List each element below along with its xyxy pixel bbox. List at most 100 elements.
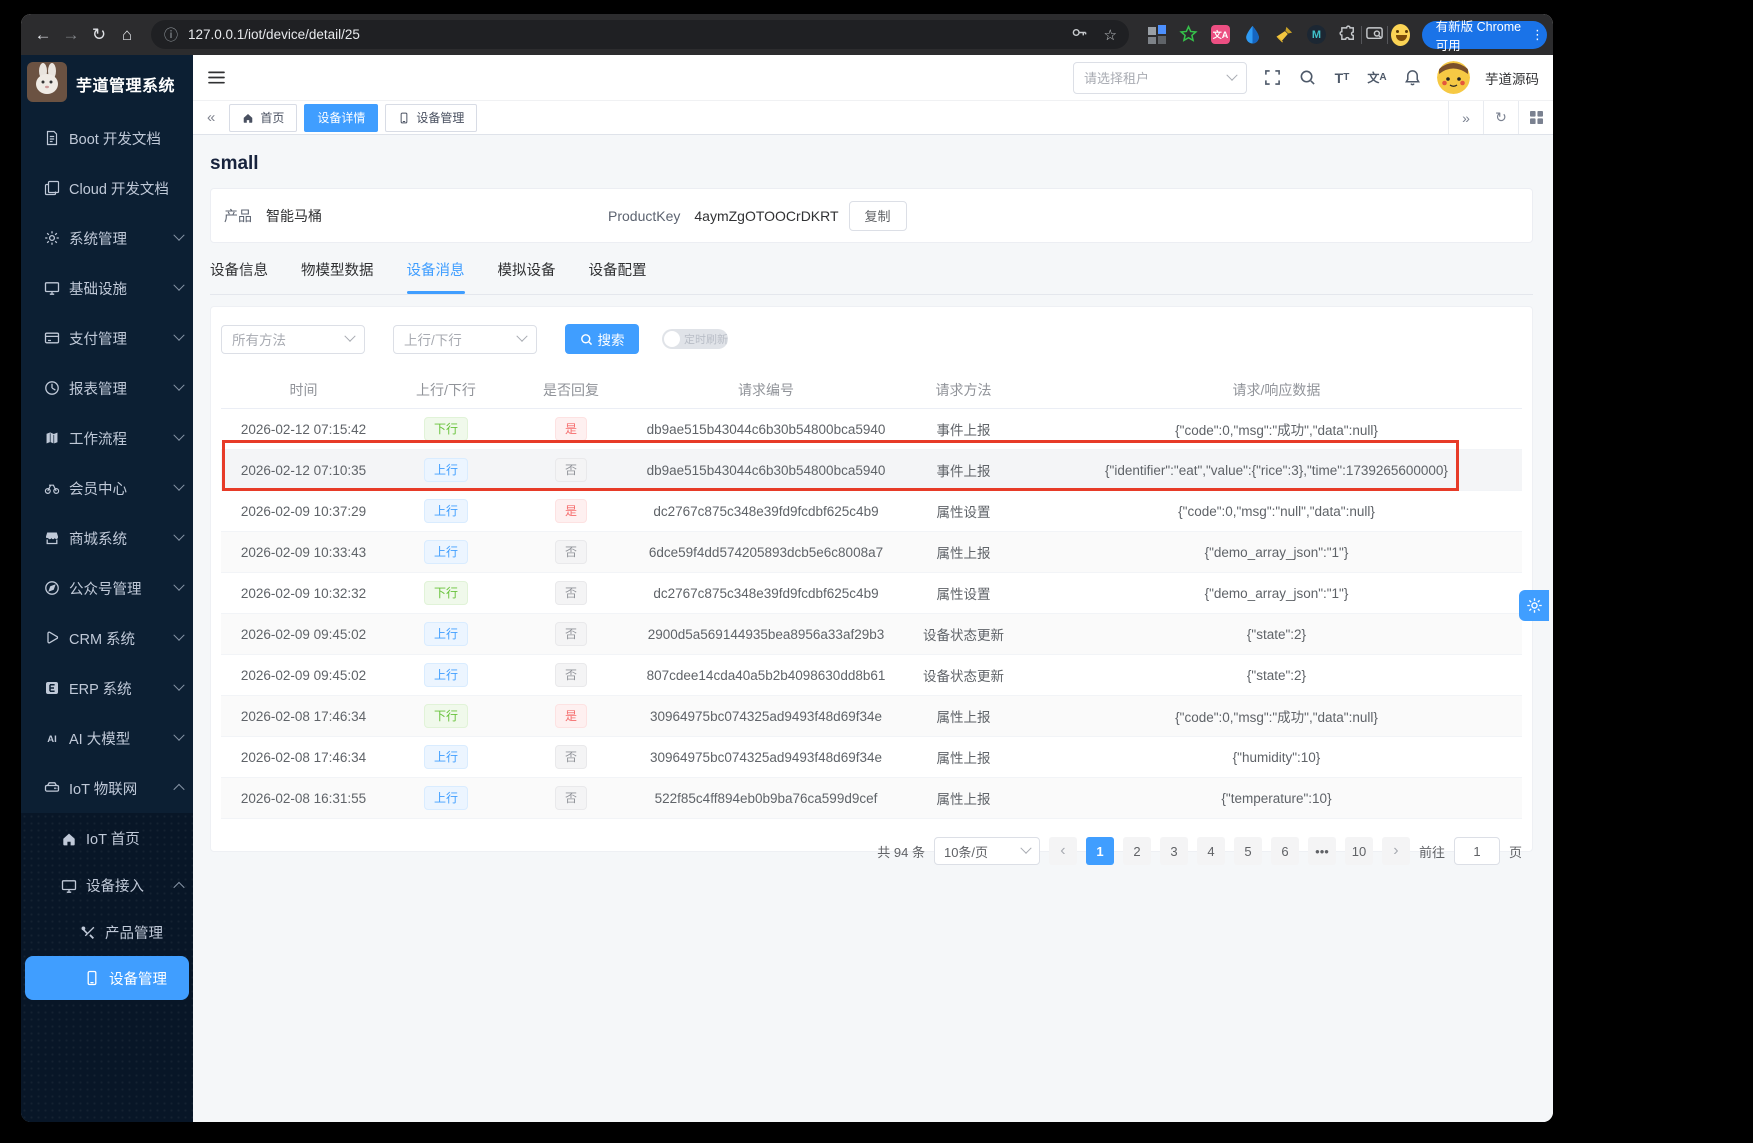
copy-button[interactable]: 复制 xyxy=(849,201,907,231)
fullscreen-icon[interactable] xyxy=(1262,68,1282,88)
column-header: 上行/下行 xyxy=(386,372,506,409)
sidebar-item-erp[interactable]: ERP 系统 xyxy=(21,663,193,713)
column-header: 请求方法 xyxy=(896,372,1031,409)
next-page-button[interactable]: › xyxy=(1382,837,1410,865)
table-row[interactable]: 2026-02-08 17:46:34下行是30964975bc074325ad… xyxy=(221,696,1522,737)
sidebar-item-product-mgmt[interactable]: 产品管理 xyxy=(21,909,193,956)
page-button-3[interactable]: 3 xyxy=(1160,837,1188,865)
sidebar-item-cloud-docs[interactable]: Cloud 开发文档 xyxy=(21,163,193,213)
search-button[interactable]: 搜索 xyxy=(565,324,639,354)
sidebar-item-system[interactable]: 系统管理 xyxy=(21,213,193,263)
cell-method: 属性上报 xyxy=(896,778,1031,819)
site-info-icon[interactable]: ⓘ xyxy=(164,25,178,45)
table-row[interactable]: 2026-02-08 16:31:55上行否522f85c4ff894eb0b9… xyxy=(221,778,1522,819)
chevron-down-icon xyxy=(173,530,184,541)
detail-tab-3[interactable]: 模拟设备 xyxy=(498,260,556,294)
table-row[interactable]: 2026-02-09 10:32:32下行否dc2767c875c348e39f… xyxy=(221,573,1522,614)
sidebar-item-iot[interactable]: IoT 物联网 xyxy=(21,763,193,813)
password-key-icon[interactable] xyxy=(1071,24,1088,46)
blue-grid-extension-icon[interactable] xyxy=(1147,25,1166,44)
forward-icon[interactable]: → xyxy=(57,21,85,49)
sidebar-item-crm[interactable]: CRM 系统 xyxy=(21,613,193,663)
more-pages-button[interactable]: ••• xyxy=(1308,837,1336,865)
sidebar-item-device-access[interactable]: 设备接入 xyxy=(21,862,193,909)
column-header: 请求/响应数据 xyxy=(1031,372,1522,409)
detail-tab-4[interactable]: 设备配置 xyxy=(589,260,647,294)
home-icon[interactable]: ⌂ xyxy=(113,21,141,49)
collapse-menu-icon[interactable] xyxy=(203,65,229,91)
sidebar-item-workflow[interactable]: 工作流程 xyxy=(21,413,193,463)
screen-search-icon[interactable] xyxy=(1365,25,1384,44)
prev-page-button[interactable]: ‹ xyxy=(1049,837,1077,865)
table-row[interactable]: 2026-02-12 07:15:42下行是db9ae515b43044c6b3… xyxy=(221,409,1522,450)
font-size-icon[interactable]: TT xyxy=(1332,68,1352,88)
direction-select[interactable]: 上行/下行 xyxy=(393,325,537,354)
sidebar-item-device-mgmt[interactable]: 设备管理 xyxy=(25,956,189,1000)
table-row[interactable]: 2026-02-12 07:10:35上行否db9ae515b43044c6b3… xyxy=(221,450,1522,491)
app-logo[interactable]: 芋道管理系统 xyxy=(21,55,193,113)
goto-page-input[interactable] xyxy=(1454,837,1500,865)
tabs-refresh-icon[interactable]: ↻ xyxy=(1483,101,1518,134)
page-title: small xyxy=(210,151,1533,177)
sidebar-item-boot-docs[interactable]: Boot 开发文档 xyxy=(21,113,193,163)
page-button-5[interactable]: 5 xyxy=(1234,837,1262,865)
page-button-6[interactable]: 6 xyxy=(1271,837,1299,865)
m-badge-extension-icon[interactable]: M xyxy=(1307,25,1326,44)
search-icon[interactable] xyxy=(1297,68,1317,88)
back-icon[interactable]: ← xyxy=(29,21,57,49)
table-row[interactable]: 2026-02-09 10:33:43上行否6dce59f4dd57420589… xyxy=(221,532,1522,573)
puzzle-extension-icon[interactable] xyxy=(1339,25,1358,44)
sidebar-item-iot-home[interactable]: IoT 首页 xyxy=(21,815,193,862)
chrome-update-button[interactable]: 有新版 Chrome 可用 ⋮ xyxy=(1422,21,1547,49)
pink-translate-extension-icon[interactable]: 文A xyxy=(1211,25,1230,44)
table-row[interactable]: 2026-02-09 10:37:29上行是dc2767c875c348e39f… xyxy=(221,491,1522,532)
page-button-1[interactable]: 1 xyxy=(1086,837,1114,865)
browser-menu-icon[interactable]: ⋮ xyxy=(1531,31,1541,39)
sidebar-item-mall[interactable]: 商城系统 xyxy=(21,513,193,563)
notification-bell-icon[interactable] xyxy=(1402,68,1422,88)
sidebar-item-ai[interactable]: AIAI 大模型 xyxy=(21,713,193,763)
page-size-select[interactable]: 10条/页 xyxy=(934,837,1040,865)
tabs-scroll-right-icon[interactable]: » xyxy=(1448,101,1483,134)
user-avatar[interactable] xyxy=(1437,61,1470,94)
cell-time: 2026-02-09 10:37:29 xyxy=(221,491,386,532)
auto-refresh-toggle[interactable]: 定时刷新 xyxy=(662,329,728,349)
detail-tab-1[interactable]: 物模型数据 xyxy=(301,260,374,294)
page-button-4[interactable]: 4 xyxy=(1197,837,1225,865)
detail-tab-2[interactable]: 设备消息 xyxy=(407,260,465,294)
detail-tab-0[interactable]: 设备信息 xyxy=(210,260,268,294)
settings-fab[interactable] xyxy=(1519,590,1549,621)
blue-drop-extension-icon[interactable] xyxy=(1243,25,1262,44)
tabs-layout-icon[interactable] xyxy=(1518,101,1553,134)
sidebar-item-report[interactable]: 报表管理 xyxy=(21,363,193,413)
bookmark-star-icon[interactable]: ☆ xyxy=(1104,26,1117,44)
table-row[interactable]: 2026-02-09 09:45:02上行否2900d5a569144935be… xyxy=(221,614,1522,655)
sidebar-item-payment[interactable]: 支付管理 xyxy=(21,313,193,363)
page-button-2[interactable]: 2 xyxy=(1123,837,1151,865)
direction-badge: 上行 xyxy=(424,663,468,687)
page-tab-1[interactable]: 设备详情 xyxy=(304,104,378,132)
table-row[interactable]: 2026-02-08 17:46:34上行否30964975bc074325ad… xyxy=(221,737,1522,778)
sidebar-item-member[interactable]: 会员中心 xyxy=(21,463,193,513)
yellow-broom-extension-icon[interactable] xyxy=(1275,25,1294,44)
chevron-down-icon xyxy=(1226,69,1237,80)
green-star-extension-icon[interactable] xyxy=(1179,25,1198,44)
page-tab-2[interactable]: 设备管理 xyxy=(385,104,477,132)
tenant-select[interactable]: 请选择租户 xyxy=(1073,62,1247,94)
productkey-label: ProductKey xyxy=(608,208,680,224)
page-button-10[interactable]: 10 xyxy=(1345,837,1373,865)
table-row[interactable]: 2026-02-09 09:45:02上行否807cdee14cda40a5b2… xyxy=(221,655,1522,696)
method-select[interactable]: 所有方法 xyxy=(221,325,365,354)
gear-icon xyxy=(1526,597,1543,614)
address-bar[interactable]: ⓘ 127.0.0.1/iot/device/detail/25 ☆ xyxy=(151,20,1129,49)
product-label: 产品 xyxy=(224,206,252,226)
payment-icon xyxy=(43,330,60,347)
tabs-scroll-left-icon[interactable]: « xyxy=(207,109,215,126)
translate-icon[interactable]: 文A xyxy=(1367,68,1387,88)
sidebar-item-infra[interactable]: 基础设施 xyxy=(21,263,193,313)
sidebar-menu: Boot 开发文档Cloud 开发文档系统管理基础设施支付管理报表管理工作流程会… xyxy=(21,113,193,813)
profile-emoji-icon[interactable] xyxy=(1391,25,1410,44)
reload-icon[interactable]: ↻ xyxy=(85,21,113,49)
sidebar-item-mp[interactable]: 公众号管理 xyxy=(21,563,193,613)
page-tab-0[interactable]: 首页 xyxy=(229,104,297,132)
